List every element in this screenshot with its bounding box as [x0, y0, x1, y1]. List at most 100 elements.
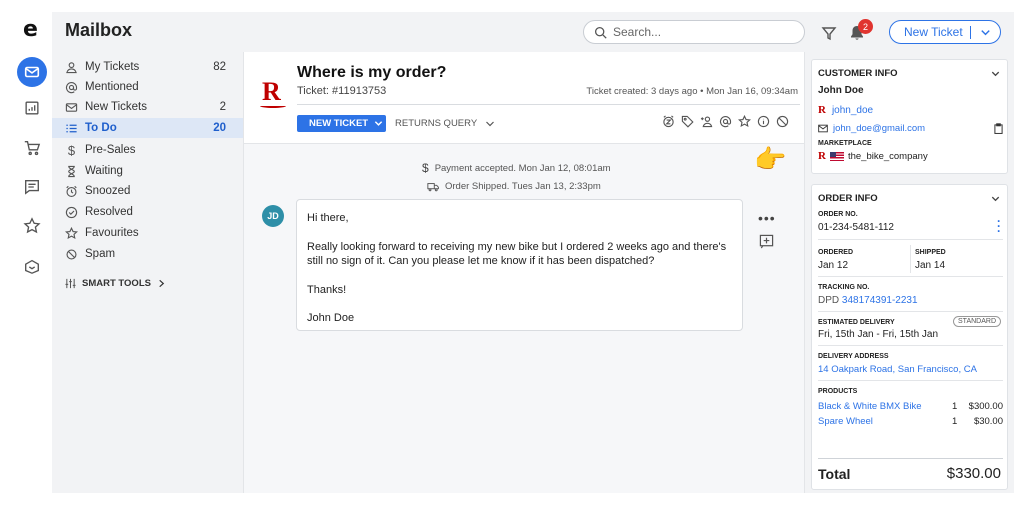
sidebar-item-waiting[interactable]: Waiting — [52, 161, 243, 181]
divider — [297, 104, 800, 105]
sidebar-item-to-do[interactable]: To Do 20 — [52, 118, 243, 138]
more-options-icon[interactable]: ••• — [758, 210, 776, 226]
chevron-down-icon[interactable] — [990, 193, 1001, 204]
star-icon[interactable] — [738, 115, 751, 128]
mention-icon[interactable] — [719, 115, 732, 128]
order-info-card: ORDER INFO ORDER NO. 01-234-5481-112 · · ·… — [811, 184, 1008, 490]
section-title: ORDER INFO — [818, 193, 878, 204]
product-price: $300.00 — [968, 401, 1003, 412]
reports-icon[interactable] — [17, 93, 47, 123]
status-label: NEW TICKET — [309, 118, 369, 129]
sidebar-item-spam[interactable]: Spam — [52, 244, 243, 264]
star-icon[interactable] — [17, 211, 47, 241]
message-body: Really looking forward to receiving my n… — [307, 240, 727, 268]
sidebar-item-count: 2 — [219, 101, 226, 113]
table-row: Spare Wheel 1 $30.00 — [818, 416, 1003, 427]
sidebar-item-mentioned[interactable]: Mentioned — [52, 77, 243, 97]
tracking-number[interactable]: 348174391-2231 — [842, 295, 918, 306]
payment-event: $ Payment accepted. Mon Jan 12, 08:01am — [422, 161, 611, 175]
chevron-right-icon — [159, 279, 165, 288]
search-input[interactable] — [613, 25, 793, 39]
dollar-icon: $ — [67, 142, 76, 158]
sidebar-item-favourites[interactable]: Favourites — [52, 223, 243, 243]
customer-username-row: R john_doe — [818, 104, 873, 116]
customer-email[interactable]: john_doe@gmail.com — [833, 123, 925, 134]
marketplace-logo-letter: R — [262, 77, 281, 106]
dollar-icon: $ — [422, 161, 429, 175]
sidebar-item-pre-sales[interactable]: $ Pre-Sales — [52, 140, 243, 160]
check-circle-icon — [65, 206, 78, 219]
tag-icon[interactable] — [681, 115, 694, 128]
products-label: PRODUCTS — [818, 388, 858, 395]
carrier: DPD — [818, 295, 840, 306]
snooze-icon[interactable] — [662, 115, 675, 128]
product-name[interactable]: Spare Wheel — [818, 416, 873, 427]
sidebar-item-my-tickets[interactable]: My Tickets 82 — [52, 57, 243, 77]
product-qty: 1 — [952, 416, 958, 427]
new-ticket-button[interactable]: New Ticket — [889, 20, 1001, 44]
customer-info-card: CUSTOMER INFO John Doe R john_doe john_d… — [811, 59, 1008, 174]
message-card: Hi there, Really looking forward to rece… — [296, 199, 743, 331]
clipboard-icon[interactable] — [994, 123, 1003, 134]
button-divider — [970, 26, 971, 39]
sidebar-item-resolved[interactable]: Resolved — [52, 202, 243, 222]
product-name[interactable]: Black & White BMX Bike — [818, 401, 921, 412]
sidebar-item-snoozed[interactable]: Snoozed — [52, 181, 243, 201]
mailbox-sidebar: My Tickets 82 Mentioned New Tickets 2 To… — [52, 52, 243, 493]
customer-email-row: john_doe@gmail.com — [818, 123, 1003, 134]
divider — [818, 276, 1003, 277]
chat-icon[interactable] — [17, 172, 47, 202]
assign-user-icon[interactable] — [700, 115, 713, 128]
sidebar-item-new-tickets[interactable]: New Tickets 2 — [52, 97, 243, 117]
user-icon — [65, 61, 78, 74]
sidebar-item-label: My Tickets — [85, 61, 140, 73]
tracking-label: TRACKING NO. — [818, 284, 870, 291]
shipped-label: SHIPPED — [915, 249, 946, 256]
sidebar-item-label: Snoozed — [85, 185, 131, 197]
chevron-down-icon[interactable] — [979, 26, 992, 39]
new-ticket-status-button[interactable]: NEW TICKET — [297, 115, 386, 132]
customer-username[interactable]: john_doe — [832, 105, 873, 116]
category-label: RETURNS QUERY — [395, 118, 478, 129]
info-icon[interactable] — [757, 115, 770, 128]
block-icon[interactable] — [776, 115, 789, 128]
sidebar-item-count: 82 — [213, 61, 226, 73]
message-greeting: Hi there, — [307, 212, 349, 224]
smart-tools-toggle[interactable]: SMART TOOLS — [65, 278, 166, 289]
delivery-address[interactable]: 14 Oakpark Road, San Francisco, CA — [818, 364, 977, 375]
cart-icon[interactable] — [17, 133, 47, 163]
search-icon — [594, 26, 607, 39]
sidebar-item-label: Mentioned — [85, 81, 139, 93]
returns-query-dropdown[interactable]: RETURNS QUERY — [395, 118, 495, 129]
divider — [818, 458, 1003, 459]
search-box[interactable] — [583, 20, 805, 44]
marketplace-name: the_bike_company — [847, 150, 928, 162]
smart-tools-label: SMART TOOLS — [82, 278, 151, 289]
filter-icon[interactable] — [821, 25, 837, 41]
sidebar-item-label: Favourites — [85, 227, 139, 239]
new-ticket-label: New Ticket — [904, 25, 963, 39]
shipping-type-badge: STANDARD — [953, 316, 1001, 327]
tracking-row: DPD 348174391-2231 — [818, 295, 918, 306]
mail-icon[interactable] — [17, 57, 47, 87]
chevron-down-icon[interactable] — [990, 68, 1001, 79]
chevron-down-icon — [374, 121, 383, 126]
sidebar-item-label: Resolved — [85, 206, 133, 218]
ordered-date: Jan 12 — [818, 260, 849, 271]
message-thanks: Thanks! — [307, 283, 347, 296]
sidebar-item-label: New Tickets — [85, 101, 147, 113]
chevron-down-icon — [486, 121, 495, 126]
package-icon[interactable] — [17, 251, 47, 281]
shipped-date: Jan 14 — [915, 260, 946, 271]
order-menu-icon[interactable]: · · · — [997, 215, 1001, 237]
ordered-label: ORDERED — [818, 249, 854, 256]
divider — [818, 380, 1003, 381]
sidebar-item-label: To Do — [85, 122, 117, 134]
marketplace-row: R the_bike_company — [818, 150, 928, 162]
ticket-actions — [662, 115, 789, 128]
logo-swoosh — [260, 104, 286, 108]
add-note-icon[interactable] — [759, 234, 774, 249]
order-number: 01-234-5481-112 — [818, 222, 894, 233]
alarm-icon — [65, 185, 78, 198]
ticket-title: Where is my order? — [297, 64, 447, 81]
